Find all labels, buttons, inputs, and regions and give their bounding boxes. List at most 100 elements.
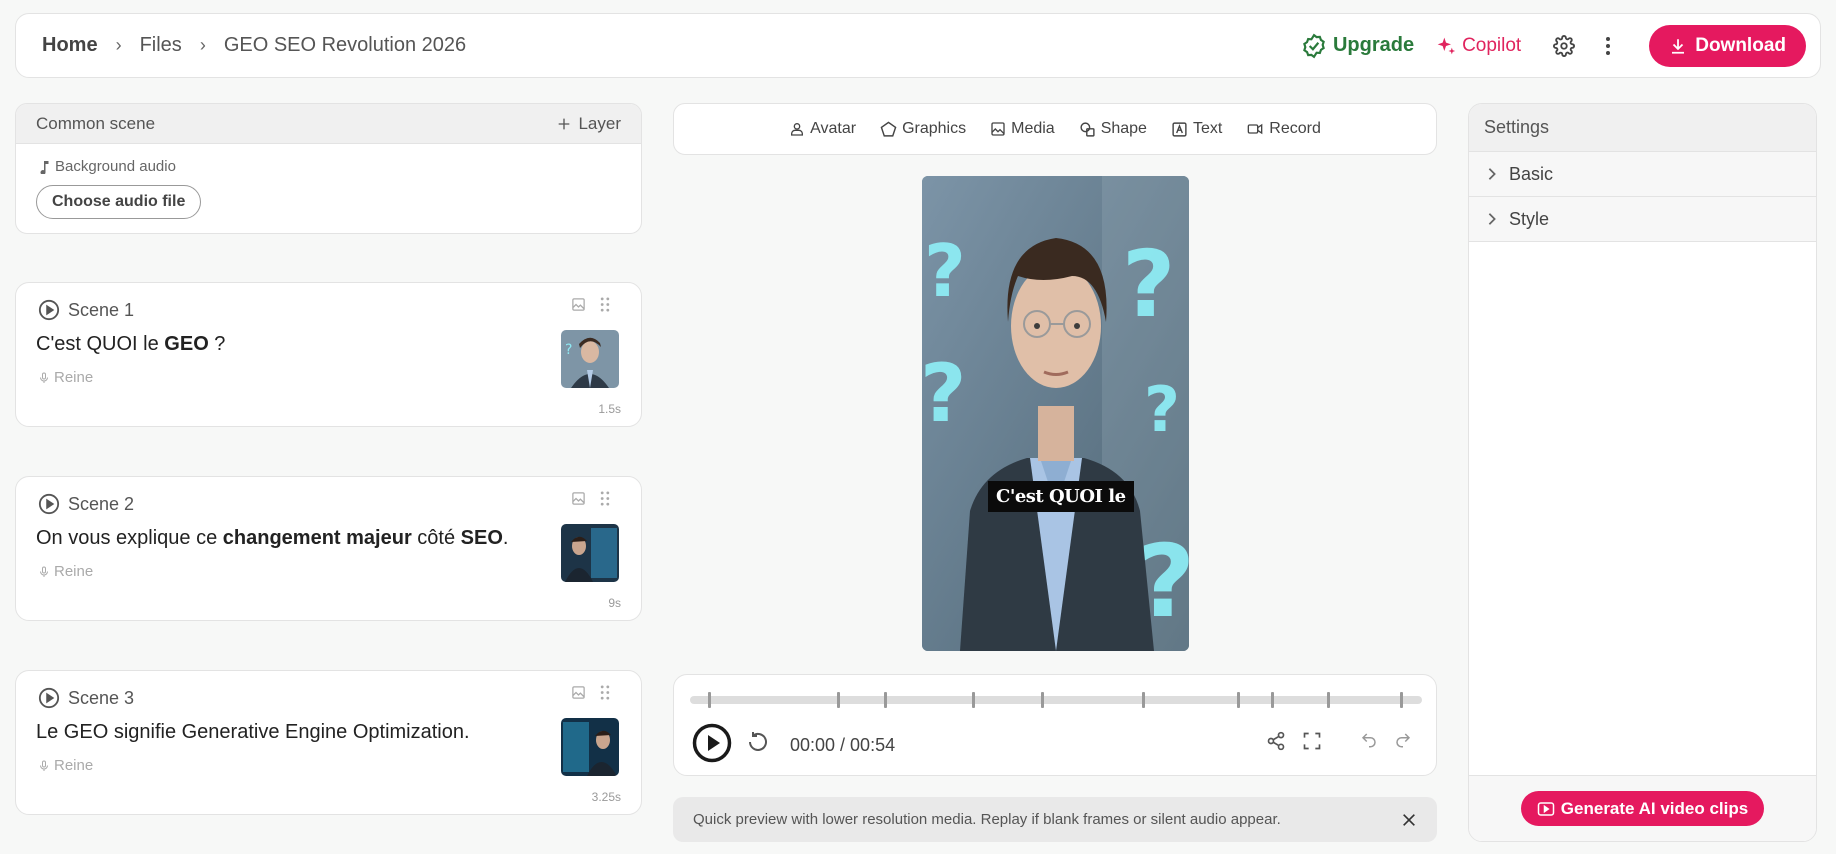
download-icon [1672,38,1685,54]
media-tool-button[interactable]: Media [990,120,1055,138]
scene-thumbnail[interactable] [561,524,619,582]
notice-text: Quick preview with lower resolution medi… [693,811,1281,828]
basic-section-toggle[interactable]: Basic [1469,152,1816,197]
svg-text:?: ? [922,347,966,440]
script-text: . [502,527,509,549]
more-options-button[interactable] [1595,33,1621,59]
person-icon [791,123,804,136]
script-text: ? [208,333,226,355]
record-label: Record [1269,120,1321,137]
scene-marker[interactable] [1271,692,1274,708]
shape-tool-button[interactable]: Shape [1079,120,1147,138]
avatar-label: Avatar [810,120,857,137]
copilot-label: Copilot [1462,34,1522,56]
common-scene-title: Common scene [36,113,156,133]
style-section-toggle[interactable]: Style [1469,197,1816,242]
choose-audio-button[interactable]: Choose audio file [36,185,202,219]
play-circle-icon[interactable] [38,299,60,321]
play-icon[interactable] [692,723,732,763]
scene-card-2[interactable]: Scene 2 On vous explique ce changement m… [15,476,642,621]
scene-thumbnail[interactable] [561,718,619,776]
scene-duration: 3.25s [591,790,621,804]
generate-label: Generate AI video clips [1560,798,1749,818]
media-label: Media [1011,120,1055,137]
scene-script[interactable]: Le GEO signifie Generative Engine Optimi… [36,721,470,744]
svg-text:?: ? [565,342,572,358]
video-caption[interactable]: C'est QUOI le [988,481,1134,512]
generate-ai-clips-button[interactable]: Generate AI video clips [1520,791,1765,826]
fullscreen-icon[interactable] [1302,731,1322,751]
chevron-right-icon [1488,168,1496,180]
graphics-tool-button[interactable]: Graphics [880,120,966,138]
add-layer-label: Layer [578,113,621,133]
chevron-right-icon: › [199,35,206,55]
project-title[interactable]: GEO SEO Revolution 2026 [224,34,466,57]
image-icon[interactable] [571,685,586,700]
upgrade-button[interactable]: Upgrade [1301,33,1414,59]
svg-text:?: ? [1144,373,1180,446]
close-icon[interactable] [1401,812,1417,828]
image-icon [991,122,1005,136]
avatar-tool-button[interactable]: Avatar [789,120,856,138]
share-icon[interactable] [1266,731,1286,751]
breadcrumb-home[interactable]: Home [42,34,98,57]
play-circle-icon[interactable] [38,687,60,709]
image-icon[interactable] [571,297,586,312]
shapes-icon [1080,121,1095,137]
top-header: Home › Files › GEO SEO Revolution 2026 U… [15,13,1821,78]
video-preview[interactable]: ? ? ? ? ? C'est QUOI le [922,176,1189,651]
scene-marker[interactable] [1142,692,1145,708]
scene-card-3[interactable]: Scene 3 Le GEO signifie Generative Engin… [15,670,642,815]
record-tool-button[interactable]: Record [1246,120,1321,138]
settings-gear-button[interactable] [1551,33,1577,59]
chevron-right-icon: › [115,35,122,55]
scene-duration: 1.5s [598,402,621,416]
scene-marker[interactable] [884,692,887,708]
undo-icon[interactable] [1360,731,1378,749]
upgrade-label: Upgrade [1332,34,1415,56]
music-note-icon [40,160,49,174]
scene-marker[interactable] [1237,692,1240,708]
video-camera-icon [1247,123,1263,135]
settings-title: Settings [1484,117,1550,137]
download-button[interactable]: Download [1649,24,1806,67]
scene-card-1[interactable]: Scene 1 C'est QUOI le GEO ? Reine ? 1.5s [15,282,642,427]
drag-handle-icon[interactable] [600,685,610,700]
script-text: côté [411,527,461,549]
text-tool-button[interactable]: Text [1171,120,1222,138]
scene-thumbnail[interactable]: ? [561,330,619,388]
svg-text:?: ? [924,229,966,313]
image-icon[interactable] [571,491,586,506]
play-circle-icon[interactable] [38,493,60,515]
add-layer-button[interactable]: Layer [556,114,621,134]
scene-marker[interactable] [1327,692,1330,708]
redo-icon[interactable] [1394,731,1412,749]
scene-marker[interactable] [708,692,711,708]
scene-title: Scene 2 [68,493,135,514]
scene-marker[interactable] [837,692,840,708]
pentagon-icon [880,121,897,137]
video-play-icon [1537,801,1555,816]
scene-title: Scene 3 [68,687,135,708]
breadcrumb-files[interactable]: Files [140,34,182,57]
insert-toolbar: Avatar Graphics Media Shape Text Record [673,103,1437,155]
replay-icon[interactable] [746,730,770,754]
breadcrumb: Home › Files › GEO SEO Revolution 2026 [16,34,466,57]
microphone-icon [40,372,48,383]
drag-handle-icon[interactable] [600,491,610,506]
scene-marker[interactable] [1400,692,1403,708]
copilot-button[interactable]: Copilot [1436,35,1521,57]
text-label: Text [1192,120,1223,137]
timeline-scrubber[interactable] [690,692,1422,708]
badge-check-icon [1303,33,1325,58]
scene-marker[interactable] [1041,692,1044,708]
scene-marker[interactable] [972,692,975,708]
script-bold-text: GEO [164,333,209,355]
player-controls: 00:00 / 00:54 [673,674,1437,776]
drag-handle-icon[interactable] [600,297,610,312]
plus-icon [559,118,570,129]
preview-notice: Quick preview with lower resolution medi… [673,797,1437,842]
scene-script[interactable]: On vous explique ce changement majeur cô… [36,527,508,550]
scene-script[interactable]: C'est QUOI le GEO ? [36,333,225,356]
chevron-right-icon [1488,213,1496,225]
